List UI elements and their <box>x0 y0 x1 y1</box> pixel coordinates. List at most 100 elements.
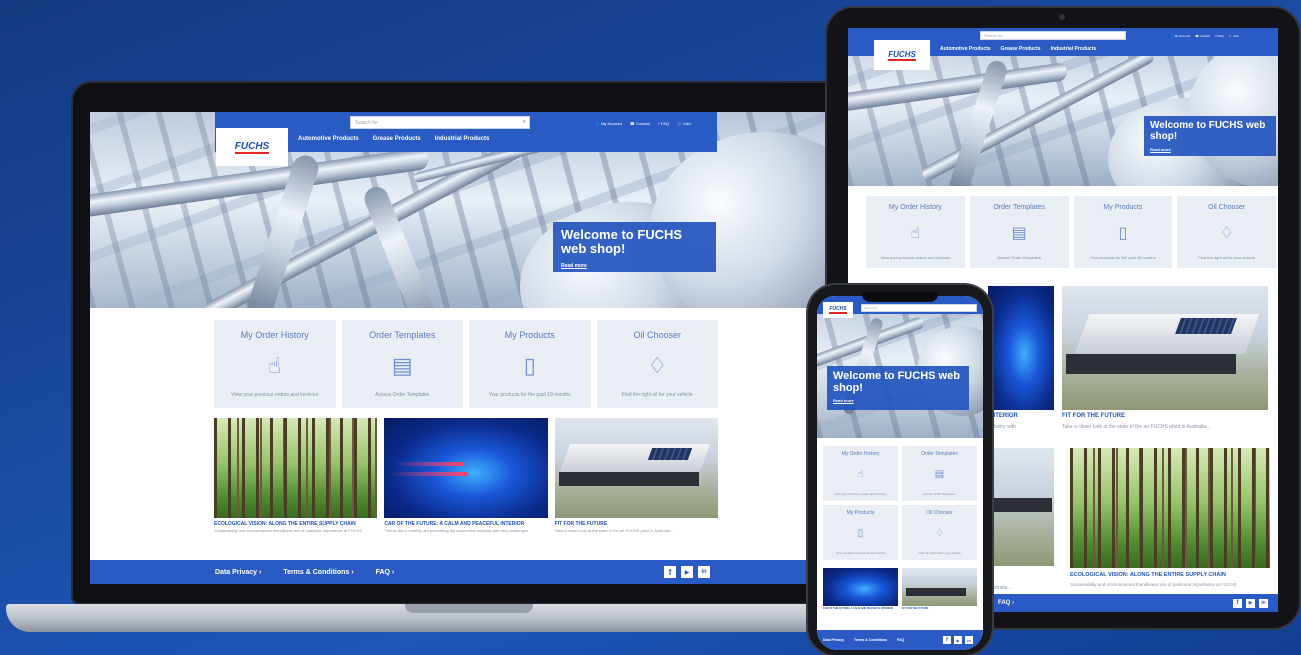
news-card[interactable]: ECOLOGICAL VISION: ALONG THE ENTIRE SUPP… <box>214 418 378 533</box>
news-image-forest <box>214 418 378 518</box>
phone-site-footer: Data Privacy Terms & Conditions FAQ f ▶ … <box>817 630 983 650</box>
category-links: Automotive Products Grease Products Indu… <box>298 136 489 142</box>
tablet-footer-link-faq[interactable]: FAQ › <box>998 600 1014 606</box>
footer-link-faq[interactable]: FAQ › <box>376 569 395 576</box>
phone-dashboard-tiles: My Order History ☝ View your previous or… <box>823 446 977 560</box>
tablet-welcome-banner: Welcome to FUCHS web shop! Read more <box>1144 116 1276 156</box>
youtube-icon[interactable]: ▶ <box>681 566 693 578</box>
nav-link-industrial[interactable]: Industrial Products <box>435 136 490 142</box>
tablet-oil-drop-icon: ♢ <box>1219 225 1234 242</box>
search-icon[interactable]: ⌕ <box>523 119 526 126</box>
nav-link-automotive[interactable]: Automotive Products <box>298 136 359 142</box>
tablet-news-caption-plant[interactable]: FIT FOR THE FUTURE <box>1062 413 1125 419</box>
news-card[interactable]: FIT FOR THE FUTURE Take a closer look at… <box>554 418 718 533</box>
tablet-tile-oil-chooser[interactable]: Oil Chooser ♢ Find the right oil for you… <box>1177 196 1276 268</box>
hero-headline: Welcome to FUCHS web shop! <box>561 227 683 256</box>
tablet-social-links: f ▶ in <box>1233 598 1268 608</box>
news-image-plant <box>554 418 718 518</box>
phone-notch <box>862 292 938 302</box>
tablet-facebook-icon[interactable]: f <box>1233 598 1242 608</box>
footer-link-privacy[interactable]: Data Privacy › <box>215 569 261 576</box>
tablet-news-image-car <box>988 286 1054 410</box>
phone-news-image-car <box>823 568 898 606</box>
tablet-cart-link[interactable]: 🛒 Cart <box>1229 34 1239 38</box>
tablet-faq-link[interactable]: ? FAQ <box>1215 34 1224 38</box>
tablet-order-history-icon: ☝ <box>910 225 921 242</box>
my-account-link[interactable]: 👤 My Account <box>595 121 622 126</box>
phone-template-icon: ▤ <box>934 469 945 480</box>
search-input[interactable]: Search for ⌕ <box>350 116 530 129</box>
tablet-contact-link[interactable]: ☎ Contact <box>1195 34 1210 38</box>
tablet-nav-link-industrial[interactable]: Industrial Products <box>1051 46 1097 52</box>
linkedin-icon[interactable]: in <box>698 566 710 578</box>
tablet-camera <box>1059 14 1065 20</box>
phone-products-icon: ▯ <box>857 528 864 539</box>
tablet-news-image-plant[interactable] <box>1062 286 1268 410</box>
phone-social-links: f ▶ in <box>943 636 973 644</box>
phone-tile-order-templates[interactable]: Order Templates ▤ Access Order Templates <box>902 446 977 501</box>
phone-facebook-icon[interactable]: f <box>943 636 951 644</box>
faq-link[interactable]: ? FAQ <box>658 121 669 126</box>
phone-order-history-icon: ☝ <box>857 469 864 480</box>
tablet-tile-order-templates[interactable]: Order Templates ▤ Access Order Templates <box>969 196 1069 268</box>
phone-tile-my-products[interactable]: My Products ▯ Your products for the past… <box>823 505 898 560</box>
cart-link[interactable]: 🛒 Cart <box>677 121 691 126</box>
tile-my-products[interactable]: My Products ▯ Your products for the past… <box>469 320 591 408</box>
order-history-icon: ☝ <box>268 353 282 378</box>
tablet-utility-links: 👤 My Account ☎ Contact ? FAQ 🛒 Cart <box>1170 34 1239 38</box>
contact-link[interactable]: ☎ Contact <box>630 121 650 126</box>
phone-footer-link-privacy[interactable]: Data Privacy <box>823 638 844 642</box>
tile-order-history[interactable]: My Order History ☝ View your previous or… <box>214 320 336 408</box>
template-icon: ▤ <box>391 353 413 378</box>
tablet-news-image-forest[interactable] <box>1070 448 1270 568</box>
tablet-nav-link-automotive[interactable]: Automotive Products <box>940 46 991 52</box>
phone-news-grid: CAR OF THE FUTURE: A CALM AND PEACEFUL I… <box>823 568 977 610</box>
phone-tile-oil-chooser[interactable]: Oil Chooser ♢ Find the right oil for you… <box>902 505 977 560</box>
laptop-screen: FUCHS Search for ⌕ Automotive Products G… <box>90 112 842 584</box>
phone-oil-drop-icon: ♢ <box>935 528 944 539</box>
tablet-search-input[interactable]: Search for <box>980 31 1126 40</box>
tile-oil-chooser[interactable]: Oil Chooser ♢ Find the right oil for you… <box>596 320 718 408</box>
tablet-category-links: Automotive Products Grease Products Indu… <box>940 46 1096 52</box>
phone-news-image-plant <box>902 568 977 606</box>
tablet-news-image-plant-2 <box>988 448 1054 566</box>
tablet-my-account-link[interactable]: 👤 My Account <box>1170 34 1190 38</box>
phone-linkedin-icon[interactable]: in <box>965 636 973 644</box>
tablet-fuchs-logo[interactable]: FUCHS <box>874 40 930 70</box>
news-grid: ECOLOGICAL VISION: ALONG THE ENTIRE SUPP… <box>214 418 718 533</box>
phone-footer-link-terms[interactable]: Terms & Conditions <box>854 638 887 642</box>
fuchs-logo[interactable]: FUCHS <box>216 128 288 166</box>
nav-link-grease[interactable]: Grease Products <box>373 136 421 142</box>
phone-footer-link-faq[interactable]: FAQ <box>897 638 904 642</box>
tablet-nav-link-grease[interactable]: Grease Products <box>1001 46 1041 52</box>
phone-fuchs-logo[interactable]: FUCHS <box>823 302 853 318</box>
read-more-link[interactable]: Read more <box>561 259 708 273</box>
dashboard-tiles: My Order History ☝ View your previous or… <box>214 320 718 408</box>
phone-news-card[interactable]: FIT FOR THE FUTURE <box>902 568 977 610</box>
phone-screen: FUCHS Search for Welcome to FUCHS web sh… <box>817 296 983 650</box>
utility-links: 👤 My Account ☎ Contact ? FAQ 🛒 Cart <box>595 121 691 126</box>
tablet-youtube-icon[interactable]: ▶ <box>1246 598 1255 608</box>
phone-search-input[interactable]: Search for <box>861 304 977 312</box>
site-footer: Data Privacy › Terms & Conditions › FAQ … <box>90 560 842 584</box>
footer-link-terms[interactable]: Terms & Conditions › <box>283 569 353 576</box>
facebook-icon[interactable]: f <box>664 566 676 578</box>
tablet-news-caption-forest[interactable]: ECOLOGICAL VISION: ALONG THE ENTIRE SUPP… <box>1070 572 1226 578</box>
phone-news-card[interactable]: CAR OF THE FUTURE: A CALM AND PEACEFUL I… <box>823 568 898 610</box>
phone-welcome-banner: Welcome to FUCHS web shop! Read more <box>827 366 969 410</box>
tile-order-templates[interactable]: Order Templates ▤ Access Order Templates <box>341 320 463 408</box>
news-card[interactable]: CAR OF THE FUTURE: A CALM AND PEACEFUL I… <box>384 418 548 533</box>
social-links: f ▶ in <box>664 566 710 578</box>
products-icon: ▯ <box>523 353 536 378</box>
tablet-tile-order-history[interactable]: My Order History ☝ View your previous or… <box>866 196 965 268</box>
phone-read-more-link[interactable]: Read more <box>833 395 963 407</box>
tablet-linkedin-icon[interactable]: in <box>1259 598 1268 608</box>
tablet-read-more-link[interactable]: Read more <box>1150 144 1270 155</box>
phone-tile-order-history[interactable]: My Order History ☝ View your previous or… <box>823 446 898 501</box>
tablet-template-icon: ▤ <box>1011 225 1027 242</box>
tablet-tile-my-products[interactable]: My Products ▯ Your products for the past… <box>1073 196 1173 268</box>
tablet-dashboard-tiles: My Order History ☝ View your previous or… <box>866 196 1276 268</box>
news-image-car <box>384 418 548 518</box>
oil-drop-icon: ♢ <box>647 353 668 378</box>
phone-youtube-icon[interactable]: ▶ <box>954 636 962 644</box>
